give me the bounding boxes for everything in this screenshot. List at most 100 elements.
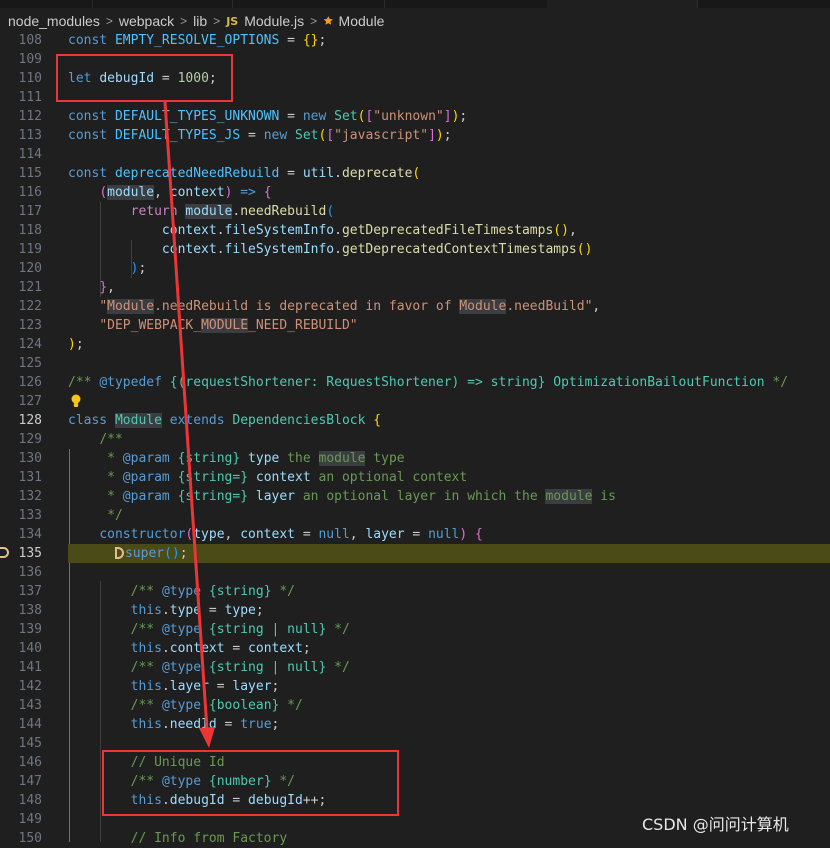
code-line: 121 },	[0, 278, 830, 297]
code-text: );	[68, 337, 84, 352]
code-line: 126 /** @typedef {(requestShortener: Requ…	[0, 373, 830, 392]
line-number: 145	[18, 736, 42, 751]
line-number: 112	[18, 109, 42, 124]
code-line: 125	[0, 354, 830, 373]
line-number: 111	[18, 90, 42, 105]
code-text: },	[99, 280, 115, 295]
code-line: 119 context.fileSystemInfo.getDeprecated…	[0, 240, 830, 259]
line-number: 124	[18, 337, 42, 352]
code-line: 115 const deprecatedNeedRebuild = util.de…	[0, 164, 830, 183]
code-text: this.type = type;	[130, 603, 264, 618]
code-text: "Module.needRebuild is deprecated in fav…	[99, 299, 601, 314]
code-line: 122 "Module.needRebuild is deprecated in…	[0, 297, 830, 316]
line-number: 142	[18, 679, 42, 694]
line-number: 116	[18, 185, 42, 200]
code-line: 141 /** @type {string | null} */	[0, 658, 830, 677]
line-number: 135	[18, 546, 42, 561]
tab[interactable]	[384, 0, 548, 8]
line-number: 150	[18, 831, 42, 846]
code-text: class Module extends DependenciesBlock {	[68, 413, 382, 428]
breadcrumb-symbol[interactable]: Module	[339, 13, 385, 29]
code-line: 128 class Module extends DependenciesBloc…	[0, 411, 830, 430]
line-number: 144	[18, 717, 42, 732]
line-number: 140	[18, 641, 42, 656]
code-text: /** @type {string} */	[130, 584, 296, 599]
annotation-box-assignment	[102, 750, 399, 816]
tab[interactable]	[92, 0, 233, 8]
line-number: 109	[18, 52, 42, 67]
code-line: 143 /** @type {boolean} */	[0, 696, 830, 715]
line-number: 123	[18, 318, 42, 333]
line-number: 148	[18, 793, 42, 808]
breadcrumb-webpack[interactable]: webpack	[119, 13, 174, 29]
code-text: const deprecatedNeedRebuild = util.depre…	[68, 166, 421, 181]
code-line: 132 * @param {string=} layer an optional…	[0, 487, 830, 506]
code-text: super();	[68, 544, 188, 563]
code-line: 140 this.context = context;	[0, 639, 830, 658]
code-line: 117 return module.needRebuild(	[0, 202, 830, 221]
code-text: * @param {string=} layer an optional lay…	[68, 489, 616, 504]
code-line: 137 /** @type {string} */	[0, 582, 830, 601]
line-number: 114	[18, 147, 42, 162]
code-line: 133 */	[0, 506, 830, 525]
line-number: 133	[18, 508, 42, 523]
breadcrumb-file[interactable]: Module.js	[244, 13, 304, 29]
chevron-right-icon: >	[180, 14, 188, 28]
code-line: 116 (module, context) => {	[0, 183, 830, 202]
code-text: constructor(type, context = null, layer …	[99, 527, 483, 542]
lightbulb-icon[interactable]	[70, 392, 82, 411]
tab[interactable]	[0, 0, 93, 8]
code-line: 139 /** @type {string | null} */	[0, 620, 830, 639]
line-number: 128	[18, 413, 42, 428]
code-line: 144 this.needId = true;	[0, 715, 830, 734]
code-line: 113 const DEFAULT_TYPES_JS = new Set(["ja…	[0, 126, 830, 145]
code-text: const EMPTY_RESOLVE_OPTIONS = {};	[68, 33, 327, 48]
code-text: /**	[99, 432, 123, 447]
code-line: 131 * @param {string=} context an option…	[0, 468, 830, 487]
code-text: context.fileSystemInfo.getDeprecatedFile…	[161, 223, 577, 238]
line-number: 139	[18, 622, 42, 637]
code-editor[interactable]: 108 const EMPTY_RESOLVE_OPTIONS = {}; 109…	[0, 31, 830, 846]
line-number: 108	[18, 33, 42, 48]
code-line: 134 constructor(type, context = null, la…	[0, 525, 830, 544]
tab[interactable]	[232, 0, 385, 8]
code-text: (module, context) => {	[99, 185, 272, 200]
chevron-right-icon: >	[310, 14, 318, 28]
code-text: /** @type {string | null} */	[130, 660, 350, 675]
tab-active[interactable]	[547, 0, 698, 8]
code-line: 142 this.layer = layer;	[0, 677, 830, 696]
line-number: 136	[18, 565, 42, 580]
line-number: 126	[18, 375, 42, 390]
code-line: 124);	[0, 335, 830, 354]
code-text: this.layer = layer;	[130, 679, 280, 694]
tab-strip	[0, 0, 830, 8]
debug-inline-pointer-icon	[114, 547, 124, 559]
code-text: */	[68, 508, 123, 523]
code-line: 114	[0, 145, 830, 164]
code-text: * @param {string=} context an optional c…	[68, 470, 468, 485]
line-number: 131	[18, 470, 42, 485]
code-text: /** @typedef {(requestShortener: Request…	[68, 375, 789, 390]
line-number: 146	[18, 755, 42, 770]
line-number: 134	[18, 527, 42, 542]
breadcrumb-node-modules[interactable]: node_modules	[8, 13, 100, 29]
code-text: context.fileSystemInfo.getDeprecatedCont…	[161, 242, 593, 257]
code-line: 120 );	[0, 259, 830, 278]
line-number: 141	[18, 660, 42, 675]
code-line: 127	[0, 392, 830, 411]
line-number: 147	[18, 774, 42, 789]
code-line: 112 const DEFAULT_TYPES_UNKNOWN = new Set…	[0, 107, 830, 126]
breadcrumb-lib[interactable]: lib	[193, 13, 207, 29]
code-line: 130 * @param {string} type the module ty…	[0, 449, 830, 468]
line-number: 117	[18, 204, 42, 219]
code-text: );	[130, 261, 147, 276]
chevron-right-icon: >	[105, 14, 113, 28]
line-number: 121	[18, 280, 42, 295]
line-number: 113	[18, 128, 42, 143]
code-line: 108 const EMPTY_RESOLVE_OPTIONS = {};	[0, 31, 830, 50]
code-line: 129 /**	[0, 430, 830, 449]
code-line: 123 "DEP_WEBPACK_MODULE_NEED_REBUILD"	[0, 316, 830, 335]
annotation-box-declaration	[56, 54, 233, 102]
code-line: 136	[0, 563, 830, 582]
code-text: /** @type {string | null} */	[130, 622, 350, 637]
